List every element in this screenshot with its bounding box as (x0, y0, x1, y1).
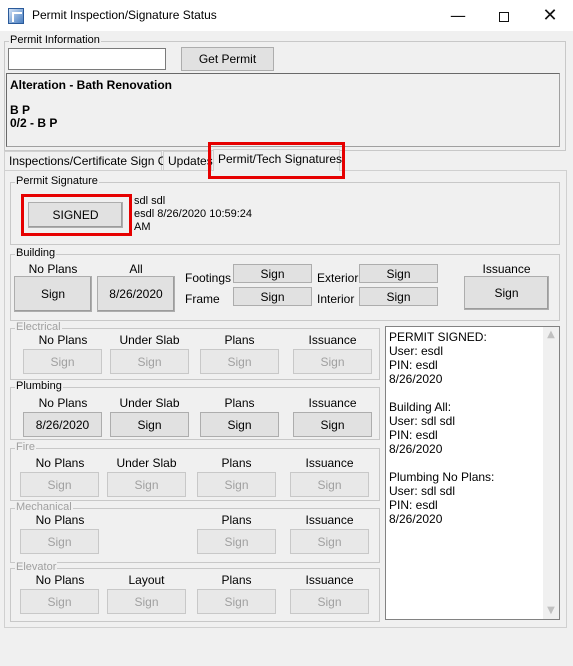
plumbing-under-slab-label: Under Slab (119, 396, 180, 410)
elevator-no-plans-button[interactable]: Sign (20, 589, 99, 614)
maximize-button[interactable] (481, 0, 527, 31)
electrical-plans-label: Plans (224, 333, 255, 347)
fire-legend: Fire (15, 441, 36, 453)
tab-highlight-box (208, 142, 345, 179)
fire-under-slab-button[interactable]: Sign (107, 472, 186, 497)
electrical-plans-button[interactable]: Sign (200, 349, 279, 374)
plumbing-issuance-label: Issuance (308, 396, 357, 410)
electrical-no-plans-button[interactable]: Sign (23, 349, 102, 374)
permit-information-legend: Permit Information (9, 34, 101, 46)
building-legend: Building (15, 247, 57, 259)
permit-type: B P (10, 103, 31, 117)
fire-under-slab-label: Under Slab (116, 456, 177, 470)
permit-number-input[interactable] (8, 48, 166, 70)
permit-description: Alteration - Bath Renovation (10, 78, 173, 92)
building-all-button[interactable]: 8/26/2020 (97, 276, 175, 312)
plumbing-issuance-button[interactable]: Sign (293, 412, 372, 437)
elevator-plans-label: Plans (221, 573, 252, 587)
exterior-button[interactable]: Sign (359, 264, 438, 283)
scroll-down-icon[interactable]: ▼ (543, 603, 559, 619)
interior-label: Interior (317, 292, 355, 306)
maximize-icon (499, 11, 509, 22)
electrical-under-slab-button[interactable]: Sign (110, 349, 189, 374)
mechanical-no-plans-label: No Plans (35, 513, 85, 527)
exterior-label: Exterior (317, 271, 359, 285)
mechanical-no-plans-button[interactable]: Sign (20, 529, 99, 554)
mechanical-issuance-button[interactable]: Sign (290, 529, 369, 554)
footings-label: Footings (185, 271, 232, 285)
elevator-issuance-label: Issuance (305, 573, 354, 587)
title-bar: Permit Inspection/Signature Status — ✕ (0, 0, 573, 31)
signature-time-ampm: AM (134, 221, 151, 233)
building-issuance-label: Issuance (482, 262, 531, 276)
plumbing-no-plans-button[interactable]: 8/26/2020 (23, 412, 102, 437)
fire-no-plans-button[interactable]: Sign (20, 472, 99, 497)
permit-status: 0/2 - B P (10, 116, 58, 130)
mechanical-plans-button[interactable]: Sign (197, 529, 276, 554)
frame-label: Frame (185, 292, 220, 306)
frame-button[interactable]: Sign (233, 287, 312, 306)
elevator-plans-button[interactable]: Sign (197, 589, 276, 614)
elevator-issuance-button[interactable]: Sign (290, 589, 369, 614)
signature-user: sdl sdl (134, 195, 166, 207)
fire-issuance-button[interactable]: Sign (290, 472, 369, 497)
app-icon (8, 8, 24, 24)
elevator-no-plans-label: No Plans (35, 573, 85, 587)
footings-button[interactable]: Sign (233, 264, 312, 283)
signature-timestamp: esdl 8/26/2020 10:59:24 (134, 208, 253, 220)
electrical-issuance-button[interactable]: Sign (293, 349, 372, 374)
building-issuance-button[interactable]: Sign (464, 276, 549, 310)
window-title: Permit Inspection/Signature Status (32, 8, 217, 22)
signature-details: sdl sdl esdl 8/26/2020 10:59:24 AM (134, 195, 252, 234)
tab-inspections[interactable]: Inspections/Certificate Sign Off (4, 151, 174, 171)
interior-button[interactable]: Sign (359, 287, 438, 306)
scroll-up-icon[interactable]: ▲ (543, 327, 559, 343)
electrical-no-plans-label: No Plans (38, 333, 88, 347)
fire-no-plans-label: No Plans (35, 456, 85, 470)
permit-signature-legend: Permit Signature (15, 175, 99, 187)
electrical-issuance-label: Issuance (308, 333, 357, 347)
close-button[interactable]: ✕ (527, 0, 573, 31)
mechanical-issuance-label: Issuance (305, 513, 354, 527)
elevator-legend: Elevator (15, 561, 58, 573)
fire-plans-label: Plans (221, 456, 252, 470)
log-scrollbar[interactable]: ▲ ▼ (543, 327, 559, 619)
building-all-label: All (129, 262, 143, 276)
electrical-legend: Electrical (15, 321, 62, 333)
minimize-button[interactable]: — (435, 0, 481, 31)
mechanical-plans-label: Plans (221, 513, 252, 527)
signature-log-text: PERMIT SIGNED: User: esdl PIN: esdl 8/26… (389, 330, 495, 526)
building-no-plans-button[interactable]: Sign (14, 276, 92, 312)
plumbing-under-slab-button[interactable]: Sign (110, 412, 189, 437)
tab-updates[interactable]: Updates (163, 151, 213, 171)
permit-details-area: Alteration - Bath Renovation B P 0/2 - B… (6, 73, 560, 147)
fire-issuance-label: Issuance (305, 456, 354, 470)
building-no-plans-label: No Plans (28, 262, 78, 276)
signed-highlight-box (21, 194, 132, 236)
signature-log[interactable]: PERMIT SIGNED: User: esdl PIN: esdl 8/26… (385, 326, 560, 620)
mechanical-legend: Mechanical (15, 501, 73, 513)
plumbing-plans-button[interactable]: Sign (200, 412, 279, 437)
plumbing-no-plans-label: No Plans (38, 396, 88, 410)
plumbing-legend: Plumbing (15, 380, 63, 392)
electrical-under-slab-label: Under Slab (119, 333, 180, 347)
plumbing-plans-label: Plans (224, 396, 255, 410)
elevator-layout-button[interactable]: Sign (107, 589, 186, 614)
elevator-layout-label: Layout (128, 573, 165, 587)
fire-plans-button[interactable]: Sign (197, 472, 276, 497)
get-permit-button[interactable]: Get Permit (181, 47, 274, 71)
